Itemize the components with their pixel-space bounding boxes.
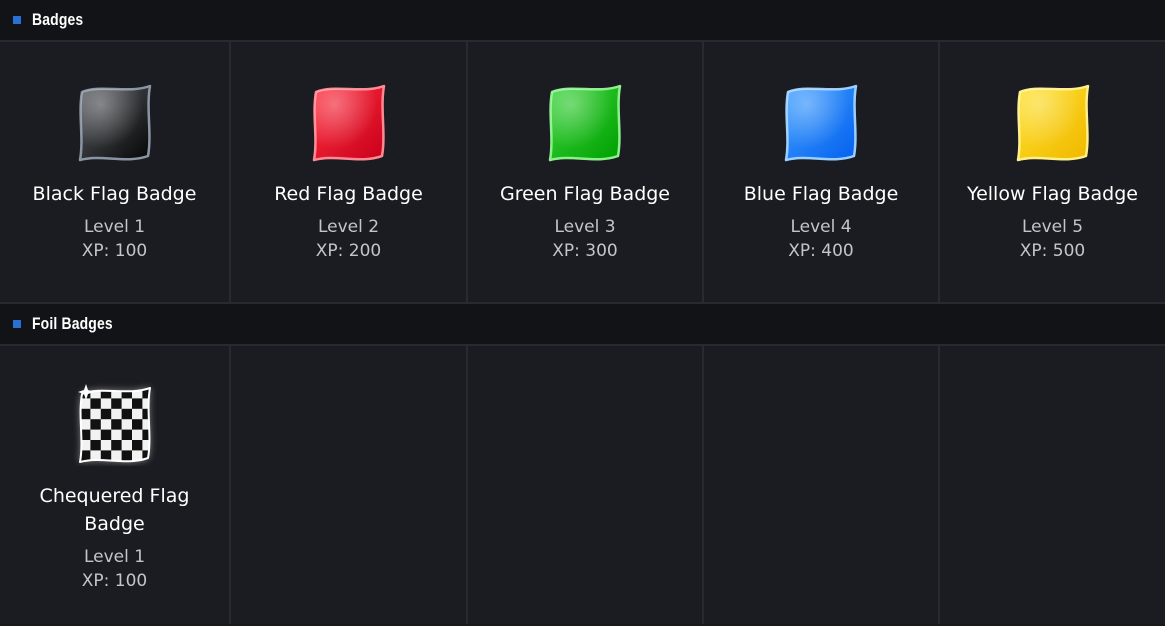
foil-badges-grid: Chequered Flag Badge Level 1 XP: 100 [0,346,1165,624]
badge-name: Red Flag Badge [274,183,423,205]
section-header-badges: Badges [0,0,1165,42]
badge-xp: XP: 500 [1019,241,1086,261]
badge-xp: XP: 400 [788,241,854,261]
badge-xp: XP: 300 [552,241,618,261]
badge-level: Level 3 [554,217,616,237]
badge-card-yellow-flag[interactable]: Yellow Flag Badge Level 5 XP: 500 [940,42,1165,302]
badge-card-black-flag[interactable]: Black Flag Badge Level 1 XP: 100 [0,42,231,302]
badge-name: Green Flag Badge [499,183,671,205]
badge-level: Level 2 [317,217,380,237]
badges-page: Badges Black Flag Badge Level 1 XP: 100 … [0,0,1165,626]
badge-xp: XP: 100 [81,571,148,591]
section-header-foil-badges: Foil Badges [0,304,1165,346]
badge-card-red-flag[interactable]: Red Flag Badge Level 2 XP: 200 [231,42,468,302]
badge-level: Level 1 [83,217,146,237]
badge-level: Level 5 [1021,217,1084,237]
badge-level: Level 1 [83,547,146,567]
section-title: Badges [32,10,84,29]
badge-name: Blue Flag Badge [743,183,899,205]
badge-name: Yellow Flag Badge [967,183,1138,205]
empty-badge-slot [468,346,704,624]
section-title: Foil Badges [32,314,113,333]
red-flag-icon [306,78,392,164]
empty-badge-slot [940,346,1165,624]
black-flag-icon [72,78,158,164]
badge-card-chequered-flag[interactable]: Chequered Flag Badge Level 1 XP: 100 [0,346,231,624]
badge-xp: XP: 100 [81,241,148,261]
empty-badge-slot [704,346,940,624]
blue-flag-icon [778,78,864,164]
green-flag-icon [542,78,628,164]
badge-card-blue-flag[interactable]: Blue Flag Badge Level 4 XP: 400 [704,42,940,302]
section-marker-icon [13,320,21,328]
badge-level: Level 4 [790,217,852,237]
chequered-flag-icon [72,380,158,466]
badge-xp: XP: 200 [315,241,382,261]
badges-grid: Black Flag Badge Level 1 XP: 100 Red Fla… [0,42,1165,304]
badge-name: Black Flag Badge [32,183,197,205]
badge-card-green-flag[interactable]: Green Flag Badge Level 3 XP: 300 [468,42,704,302]
empty-badge-slot [231,346,468,624]
yellow-flag-icon [1010,78,1096,164]
badge-name: Chequered Flag Badge [39,485,190,535]
section-marker-icon [13,16,21,24]
